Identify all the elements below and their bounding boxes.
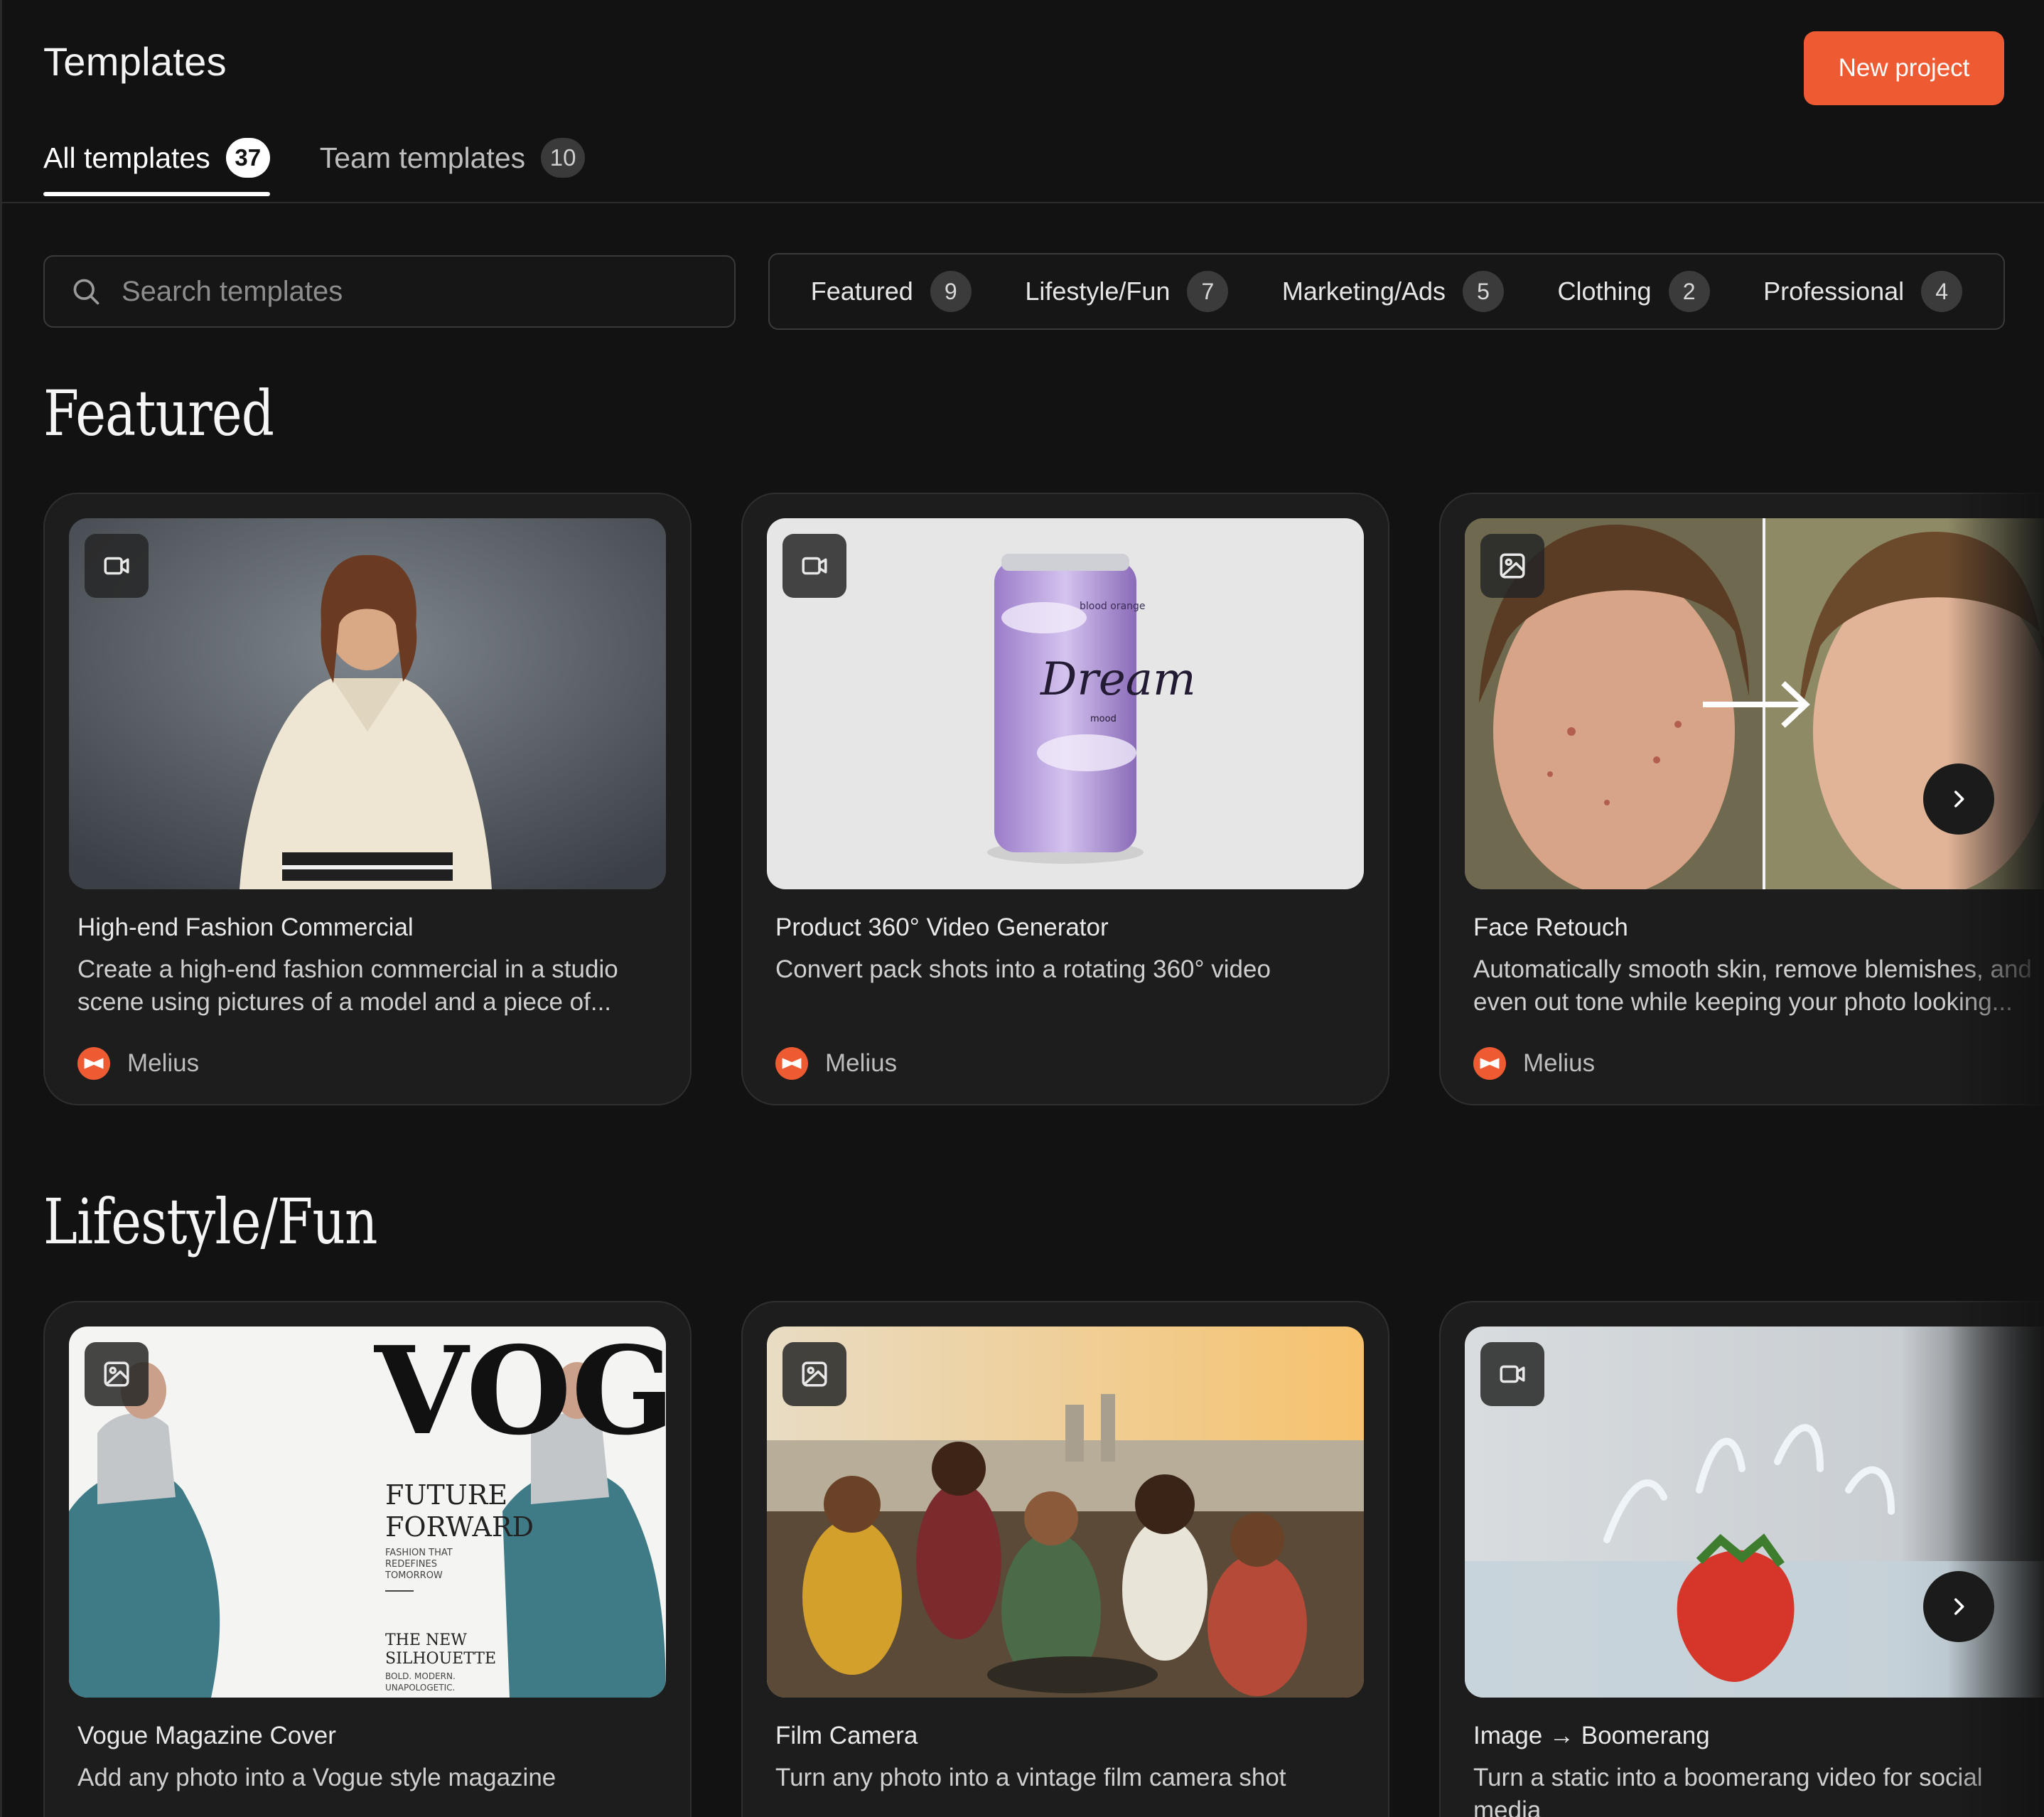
tab-count-badge: 10 [541, 138, 586, 178]
chevron-right-icon [1954, 1598, 1964, 1615]
vogue-headline-1: FUTURE [385, 1479, 507, 1511]
vogue-feature-4: UNAPOLOGETIC. [385, 1683, 455, 1693]
template-card-product-360[interactable]: blood orange Dream mood Product 360° Vid… [741, 493, 1389, 1105]
window-edge [0, 0, 2, 1817]
filter-label: Featured [810, 277, 913, 306]
vogue-feature-3: BOLD. MODERN. [385, 1671, 456, 1681]
section-title-lifestyle-fun: Lifestyle/Fun [43, 1185, 377, 1258]
category-filter-bar: Featured 9 Lifestyle/Fun 7 Marketing/Ads 5 … [768, 253, 2005, 330]
header-divider [0, 202, 2044, 203]
card-thumbnail [69, 518, 666, 889]
video-icon [104, 557, 129, 575]
author-name: Melius [825, 1049, 898, 1077]
filter-count: 7 [1187, 271, 1229, 312]
type-badge [1480, 534, 1544, 598]
card-title: Face Retouch [1473, 913, 1628, 941]
card-description: Turn a static into a boomerang video for… [1473, 1764, 1983, 1817]
chevron-right-icon [1954, 790, 1964, 808]
filter-count: 2 [1668, 271, 1710, 312]
card-title: Vogue Magazine Cover [77, 1722, 336, 1749]
card-thumbnail [767, 1326, 1364, 1698]
can-brand-text: Dream [1040, 653, 1196, 706]
template-card-film-camera[interactable]: Film Camera Turn any photo into a vintag… [741, 1301, 1389, 1817]
featured-next-button[interactable] [1923, 763, 1994, 835]
filter-count: 4 [1921, 271, 1963, 312]
video-icon [1500, 1365, 1525, 1383]
tab-team-templates[interactable]: Team templates 10 [319, 135, 586, 181]
filter-count: 5 [1463, 271, 1505, 312]
card-author: Melius [77, 1047, 199, 1080]
new-project-button[interactable]: New project [1804, 31, 2004, 105]
filter-label: Professional [1763, 277, 1905, 306]
filter-count: 9 [930, 271, 972, 312]
template-card-fashion-commercial[interactable]: High-end Fashion Commercial Create a hig… [43, 493, 692, 1105]
card-title: Film Camera [775, 1722, 918, 1749]
filter-label: Lifestyle/Fun [1025, 277, 1171, 306]
image-icon [104, 1361, 129, 1387]
card-author: Melius [775, 1047, 897, 1080]
section-title-featured: Featured [43, 377, 274, 450]
card-author: Melius [1473, 1047, 1595, 1080]
search-icon [73, 279, 99, 305]
template-card-vogue-cover[interactable]: VOGU FUTURE FORWARD FASHION THAT REDEFIN… [43, 1301, 692, 1817]
vogue-headline-2: FORWARD [385, 1511, 534, 1543]
template-card-image-boomerang[interactable]: Image → Boomerang Turn a static into a b… [1439, 1301, 2044, 1817]
melius-logo-icon [775, 1047, 808, 1080]
vogue-masthead-text: VOGU [374, 1326, 666, 1462]
filter-label: Clothing [1557, 277, 1652, 306]
card-description: Turn any photo into a vintage film camer… [775, 1764, 1286, 1791]
card-thumbnail: VOGU FUTURE FORWARD FASHION THAT REDEFIN… [69, 1326, 666, 1698]
card-thumbnail: blood orange Dream mood [767, 518, 1364, 889]
melius-logo-icon [77, 1047, 110, 1080]
filter-lifestyle-fun[interactable]: Lifestyle/Fun 7 [1025, 271, 1229, 312]
card-description: Convert pack shots into a rotating 360° … [775, 955, 1271, 983]
type-badge [85, 534, 149, 598]
filter-marketing-ads[interactable]: Marketing/Ads 5 [1281, 271, 1505, 312]
filter-label: Marketing/Ads [1281, 277, 1446, 306]
type-badge [85, 1342, 149, 1406]
can-flavor-text: blood orange [1080, 601, 1146, 612]
card-title: Image → Boomerang [1473, 1722, 1710, 1749]
lifestyle-next-button[interactable] [1923, 1571, 1994, 1642]
template-tabs: All templates 37 Team templates 10 [43, 135, 586, 203]
search-box[interactable] [43, 255, 736, 328]
page-title: Templates [43, 39, 227, 84]
melius-logo-icon [1473, 1047, 1506, 1080]
tab-all-templates[interactable]: All templates 37 [43, 135, 270, 196]
type-badge [782, 1342, 846, 1406]
tab-label: Team templates [319, 141, 526, 174]
vogue-sub-3: TOMORROW [384, 1570, 443, 1581]
author-name: Melius [127, 1049, 200, 1077]
filter-clothing[interactable]: Clothing 2 [1558, 271, 1710, 312]
card-title: High-end Fashion Commercial [77, 913, 414, 941]
tab-label: All templates [43, 141, 210, 174]
vogue-sub-1: FASHION THAT [385, 1548, 453, 1558]
card-description: Create a high-end fashion commercial in … [77, 955, 618, 1016]
vogue-feature-1: THE NEW [385, 1631, 467, 1649]
card-description: Add any photo into a Vogue style magazin… [77, 1764, 556, 1791]
tab-count-badge: 37 [225, 138, 270, 178]
image-icon [802, 1361, 827, 1387]
card-description: Automatically smooth skin, remove blemis… [1473, 955, 2032, 1016]
vogue-feature-2: SILHOUETTE [385, 1650, 496, 1668]
vogue-sub-2: REDEFINES [385, 1559, 437, 1570]
image-icon [1500, 553, 1525, 579]
card-title: Product 360° Video Generator [775, 913, 1109, 941]
filter-featured[interactable]: Featured 9 [811, 271, 972, 312]
author-name: Melius [1523, 1049, 1596, 1077]
type-badge [1480, 1342, 1544, 1406]
filter-professional[interactable]: Professional 4 [1763, 271, 1963, 312]
search-input[interactable] [120, 274, 706, 309]
type-badge [782, 534, 846, 598]
video-icon [802, 557, 827, 575]
can-sub-text: mood [1090, 714, 1117, 724]
